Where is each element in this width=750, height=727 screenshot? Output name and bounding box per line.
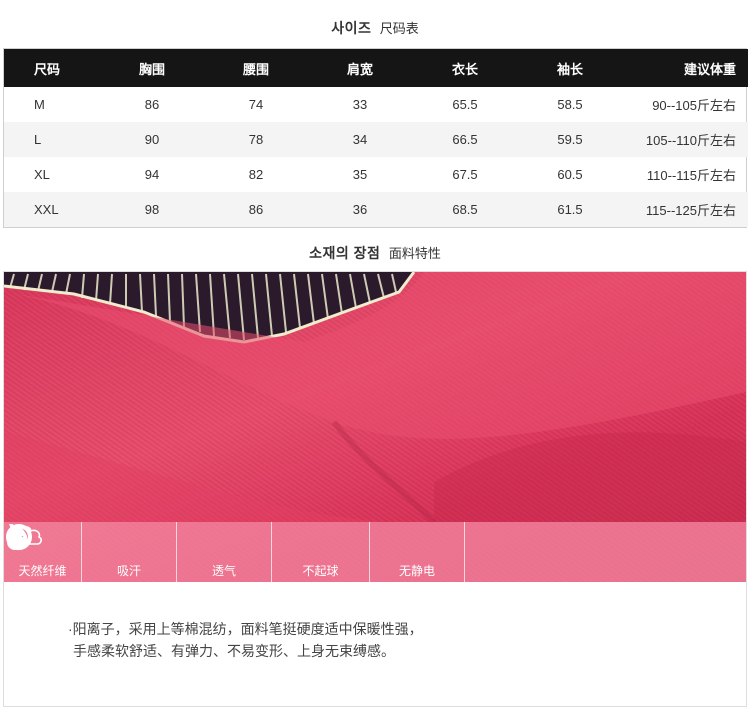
size-table-header-row: 尺码 胸围 腰围 肩宽 衣长 袖长 建议体重 bbox=[4, 49, 748, 87]
header-shoulder: 肩宽 bbox=[308, 49, 412, 87]
cell-shoulder: 35 bbox=[352, 167, 368, 182]
header-length: 衣长 bbox=[412, 49, 518, 87]
table-row: L 90 78 34 66.5 59.5 105--110斤左右 bbox=[4, 122, 748, 157]
feature-absorb-sweat: 吸汗 bbox=[7, 522, 177, 582]
cell-waist: 78 bbox=[204, 122, 308, 157]
fabric-title-ko: 소재의 장점 bbox=[309, 245, 381, 261]
feature-breathable: 透气 bbox=[6, 522, 272, 582]
description-line-1: ·阳离子，采用上等棉混纺，面料笔挺硬度适中保暖性强， bbox=[68, 621, 423, 637]
size-chart-title-cn: 尺码表 bbox=[379, 21, 419, 36]
cell-shoulder: 34 bbox=[308, 122, 412, 157]
header-chest: 胸围 bbox=[100, 49, 204, 87]
cell-weight: 110--115斤左右 bbox=[646, 168, 736, 183]
fabric-section-title: 소재의 장점 面料特性 bbox=[0, 243, 750, 263]
ring-icon bbox=[6, 524, 341, 558]
fabric-panel: 天然纤维 吸汗 透气 不起球 无静电 ·阳离子，采用上等棉混纺，面料笔挺硬度适中… bbox=[3, 271, 747, 707]
cell-shoulder: 36 bbox=[308, 192, 412, 227]
cell-chest: 86 bbox=[144, 97, 160, 112]
size-table: 尺码 胸围 腰围 肩宽 衣长 袖长 建议体重 M 86 74 33 65.5 5… bbox=[4, 49, 748, 227]
size-chart-title-ko: 사이즈 bbox=[331, 20, 372, 36]
fabric-title-cn: 面料特性 bbox=[388, 246, 441, 261]
table-row: XL 94 82 35 67.5 60.5 110--115斤左右 bbox=[4, 157, 748, 192]
cell-sleeve: 61.5 bbox=[518, 192, 622, 227]
feature-label: 天然纤维 bbox=[18, 564, 67, 578]
fabric-description: ·阳离子，采用上等棉混纺，面料笔挺硬度适中保暖性强， 手感柔软舒适、有弹力、不易… bbox=[68, 618, 423, 662]
feature-label: 无静电 bbox=[398, 564, 435, 578]
water-drop-icon bbox=[7, 524, 149, 558]
size-chart-title: 사이즈 尺码表 bbox=[0, 18, 750, 38]
lightning-icon bbox=[9, 524, 437, 558]
cell-length: 65.5 bbox=[452, 97, 478, 112]
cell-length: 66.5 bbox=[412, 122, 518, 157]
cell-waist: 74 bbox=[248, 97, 264, 112]
cell-length: 67.5 bbox=[452, 167, 478, 182]
header-weight: 建议体重 bbox=[622, 49, 748, 87]
feature-anti-static: 无静电 bbox=[9, 522, 465, 582]
feature-label: 不起球 bbox=[302, 564, 339, 578]
cell-size: XL bbox=[34, 167, 50, 182]
cloud-icon bbox=[6, 525, 244, 558]
feature-label: 吸汗 bbox=[116, 564, 141, 578]
cell-waist: 82 bbox=[248, 167, 264, 182]
fabric-photo: 天然纤维 吸汗 透气 不起球 无静电 bbox=[4, 272, 746, 582]
table-row: XXL 98 86 36 68.5 61.5 115--125斤左右 bbox=[4, 192, 748, 227]
cell-chest: 90 bbox=[100, 122, 204, 157]
cell-length: 68.5 bbox=[412, 192, 518, 227]
header-sleeve: 袖长 bbox=[518, 49, 622, 87]
cell-weight: 115--125斤左右 bbox=[622, 192, 748, 227]
header-size: 尺码 bbox=[4, 49, 100, 87]
table-row: M 86 74 33 65.5 58.5 90--105斤左右 bbox=[4, 87, 748, 122]
feature-blank bbox=[465, 522, 746, 582]
cell-sleeve: 58.5 bbox=[557, 97, 583, 112]
cell-sleeve: 59.5 bbox=[518, 122, 622, 157]
cell-shoulder: 33 bbox=[352, 97, 368, 112]
feature-label: 透气 bbox=[211, 564, 236, 578]
cell-sleeve: 60.5 bbox=[557, 167, 583, 182]
size-table-container: 尺码 胸围 腰围 肩宽 衣长 袖长 建议体重 M 86 74 33 65.5 5… bbox=[3, 48, 748, 228]
cell-chest: 94 bbox=[144, 167, 160, 182]
cell-size: L bbox=[4, 122, 100, 157]
cell-weight: 90--105斤左右 bbox=[652, 98, 736, 113]
cell-weight: 105--110斤左右 bbox=[622, 122, 748, 157]
cell-chest: 98 bbox=[100, 192, 204, 227]
cell-size: XXL bbox=[4, 192, 100, 227]
header-waist: 腰围 bbox=[204, 49, 308, 87]
cell-size: M bbox=[34, 97, 45, 112]
feature-anti-pilling: 不起球 bbox=[6, 522, 370, 582]
cell-waist: 86 bbox=[204, 192, 308, 227]
description-line-2: 手感柔软舒适、有弹力、不易变形、上身无束缚感。 bbox=[73, 643, 395, 659]
feature-bar: 天然纤维 吸汗 透气 不起球 无静电 bbox=[4, 522, 746, 582]
